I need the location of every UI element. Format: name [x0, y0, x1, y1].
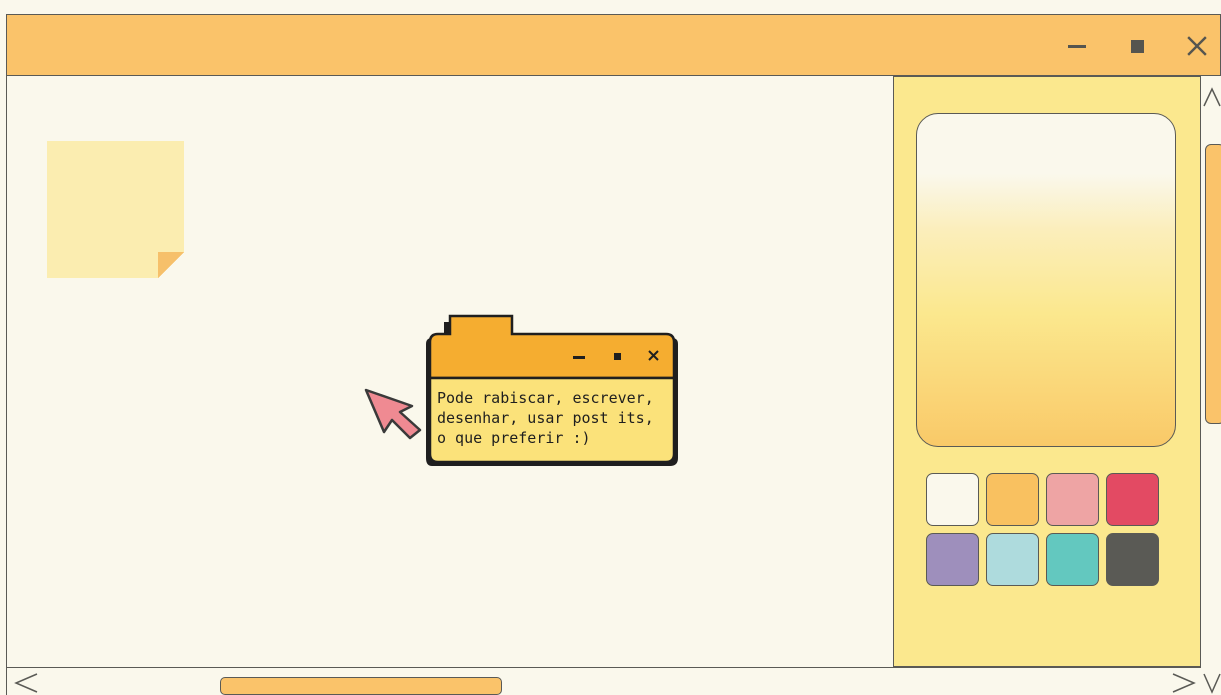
color-gradient-picker[interactable] [916, 113, 1176, 447]
scroll-down-icon[interactable] [1203, 672, 1221, 694]
color-panel [893, 76, 1201, 667]
scroll-up-icon[interactable] [1203, 86, 1221, 108]
horizontal-scroll-thumb[interactable] [220, 677, 502, 695]
sticky-note[interactable] [47, 141, 184, 278]
close-icon [1187, 36, 1207, 56]
minimize-icon [1068, 44, 1086, 48]
color-swatch-purple[interactable] [926, 533, 979, 586]
popup-minimize-icon[interactable] [573, 356, 585, 359]
title-bar [6, 14, 1221, 76]
maximize-button[interactable] [1117, 15, 1157, 77]
scroll-right-icon[interactable] [1171, 672, 1197, 694]
color-swatch-orange[interactable] [986, 473, 1039, 526]
cursor-arrow-icon [364, 388, 422, 440]
color-swatch-teal[interactable] [1046, 533, 1099, 586]
color-swatch-dark-gray[interactable] [1106, 533, 1159, 586]
minimize-button[interactable] [1057, 15, 1097, 77]
scroll-left-icon[interactable] [13, 672, 39, 694]
hint-line-3: o que preferir :) [437, 429, 591, 447]
hint-line-2: desenhar, usar post its, [437, 409, 654, 427]
color-swatch-white[interactable] [926, 473, 979, 526]
horizontal-scrollbar[interactable] [6, 667, 1200, 695]
close-button[interactable] [1177, 15, 1217, 77]
popup-maximize-icon[interactable] [614, 353, 621, 360]
maximize-icon [1130, 39, 1144, 53]
vertical-scrollbar[interactable] [1200, 76, 1221, 668]
hint-line-1: Pode rabiscar, escrever, [437, 389, 654, 407]
sticky-note-fold-corner [158, 252, 184, 278]
color-swatch-red[interactable] [1106, 473, 1159, 526]
color-swatches [926, 473, 1159, 586]
vertical-scroll-thumb[interactable] [1205, 144, 1221, 424]
color-swatch-light-blue[interactable] [986, 533, 1039, 586]
hint-popup-text: Pode rabiscar, escrever, desenhar, usar … [437, 388, 677, 448]
color-swatch-pink[interactable] [1046, 473, 1099, 526]
